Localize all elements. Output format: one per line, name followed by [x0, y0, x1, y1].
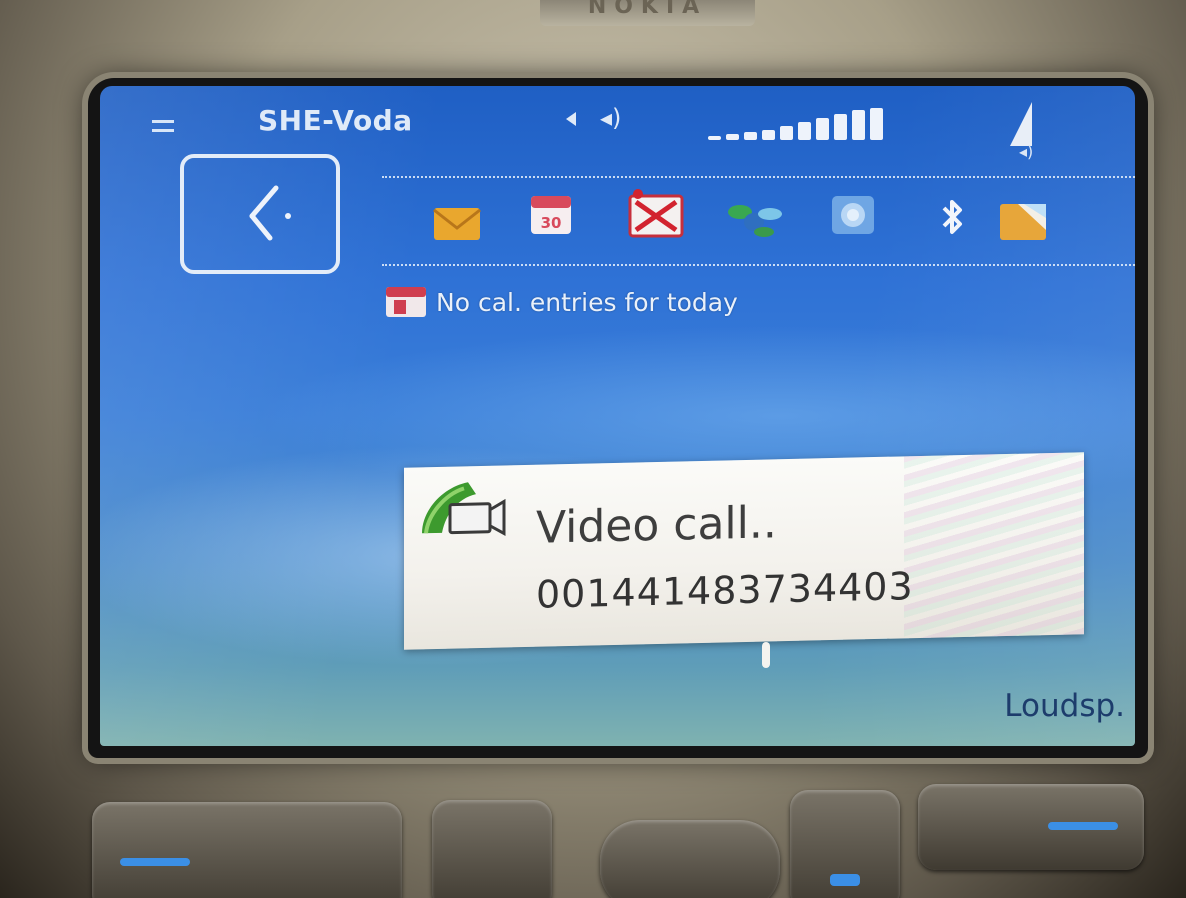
- status-bar: SHE-Voda ◂) ◂): [100, 86, 1135, 161]
- operator-name: SHE-Voda: [258, 104, 413, 137]
- signal-bar: [780, 126, 793, 140]
- signal-bar: [762, 130, 775, 140]
- call-key-button[interactable]: [432, 800, 552, 898]
- divider-bottom: [382, 264, 1135, 268]
- loudspeaker-softkey[interactable]: Loudsp.: [1004, 688, 1125, 724]
- analog-clock[interactable]: [180, 154, 340, 274]
- web-icon[interactable]: [828, 190, 878, 240]
- network-icon: [152, 120, 174, 132]
- signal-bar: [816, 118, 829, 140]
- signal-strength-icon: [708, 108, 883, 140]
- signal-bar: [708, 136, 721, 140]
- left-arrow-icon: [566, 112, 576, 126]
- mail-icon[interactable]: [432, 198, 482, 248]
- right-softkey-button[interactable]: [918, 784, 1144, 870]
- shortcut-bar: 30: [430, 188, 1135, 254]
- battery-icon: [1010, 102, 1032, 146]
- volume-icon: ◂): [600, 104, 622, 132]
- popup-pointer: [762, 642, 770, 668]
- message-key-button[interactable]: [790, 790, 900, 898]
- signal-bar: [870, 108, 883, 140]
- clock-icon: [249, 185, 291, 241]
- connectivity-icon[interactable]: [724, 196, 782, 246]
- calendar-message: No cal. entries for today: [436, 287, 738, 317]
- navigation-key[interactable]: [600, 820, 780, 898]
- phone-device: NOKIA SHE-Voda ◂) ◂) 30 No cal. entries …: [0, 0, 1186, 898]
- signal-bar: [852, 110, 865, 140]
- inbox-icon[interactable]: [998, 196, 1048, 246]
- signal-bar: [744, 132, 757, 140]
- signal-bar: [798, 122, 811, 140]
- speaker-status-icon: ◂): [1019, 142, 1034, 161]
- signal-bar: [726, 134, 739, 140]
- bluetooth-icon[interactable]: [928, 192, 978, 242]
- call-number: 001441483734403: [536, 564, 914, 617]
- signal-bar: [834, 114, 847, 140]
- video-call-icon: [416, 477, 526, 559]
- phone-screen: SHE-Voda ◂) ◂) 30 No cal. entries for to…: [100, 86, 1135, 746]
- svg-text:30: 30: [541, 214, 562, 232]
- calendar-small-icon: [384, 285, 428, 319]
- calendar-row[interactable]: No cal. entries for today: [384, 282, 738, 322]
- messaging-icon[interactable]: [626, 188, 684, 238]
- calendar-icon[interactable]: 30: [526, 190, 576, 240]
- left-softkey-button[interactable]: [92, 802, 402, 898]
- brand-logo: NOKIA: [540, 0, 755, 26]
- call-status-text: Video call..: [536, 497, 777, 554]
- call-notification: Video call.. 001441483734403: [404, 452, 1084, 650]
- phone-keypad: [0, 760, 1186, 898]
- divider-top: [382, 176, 1135, 180]
